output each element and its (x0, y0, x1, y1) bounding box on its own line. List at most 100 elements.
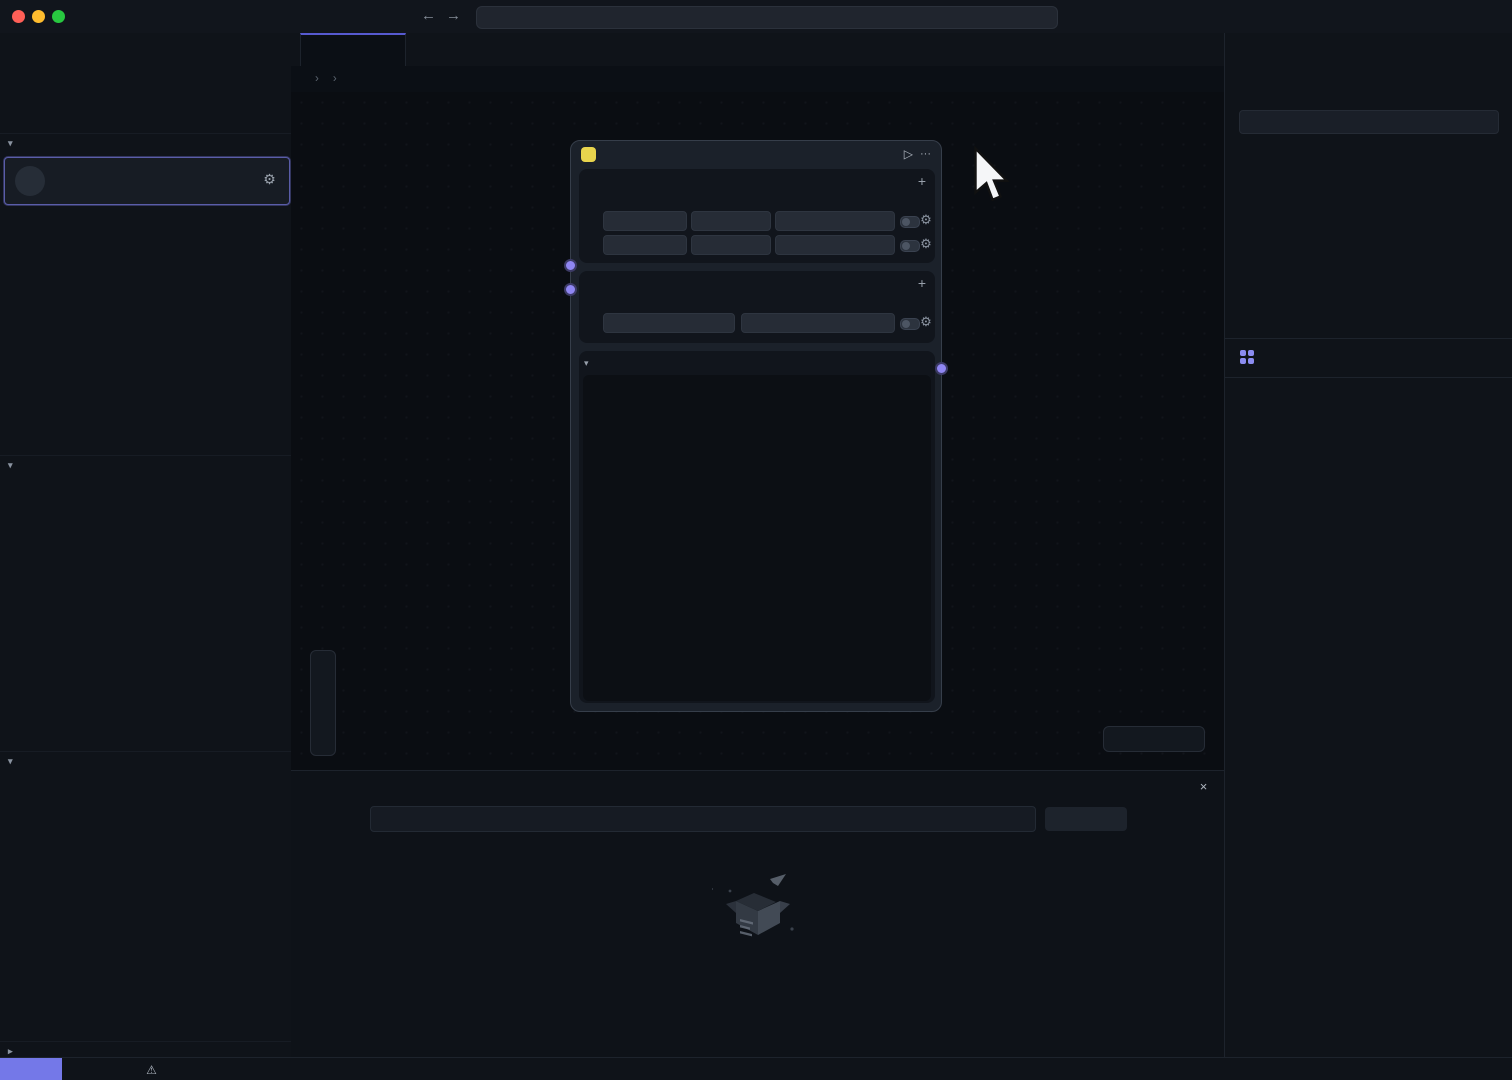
input-port-a[interactable] (564, 259, 577, 272)
node-more-icon[interactable]: ··· (920, 148, 931, 160)
flow-icon (310, 44, 323, 57)
flow-canvas[interactable]: ▷ ··· + (291, 92, 1224, 770)
toolpack-search-field[interactable] (1239, 110, 1499, 134)
installed-blocks-header (1239, 349, 1264, 365)
empty-state-text (291, 968, 1224, 981)
flow-icon (61, 182, 72, 193)
close-window-button[interactable] (12, 10, 25, 23)
remote-icon (23, 1064, 35, 1076)
chevron-down-icon (878, 318, 888, 328)
command-center[interactable] (476, 6, 1058, 29)
flow-settings-gear-icon[interactable]: ⚙ (262, 172, 277, 187)
new-toolpack-icon[interactable] (1482, 82, 1497, 97)
clear-logs-icon[interactable] (1141, 812, 1156, 827)
empty-state (291, 871, 1224, 981)
add-output-handle-button[interactable]: + (918, 275, 926, 291)
breadcrumb: › › (291, 66, 1224, 92)
section-project[interactable]: ▾ (0, 751, 291, 771)
mouse-cursor (970, 146, 1012, 208)
input-type-select-b[interactable] (691, 235, 771, 255)
canvas-view-controls (1103, 726, 1205, 752)
output-type-select[interactable] (741, 313, 895, 333)
tab-flow-1[interactable] (300, 33, 406, 66)
code-editor[interactable] (583, 375, 931, 701)
broadcast-icon (176, 1063, 189, 1076)
blocks-grid-icon (1239, 349, 1255, 365)
section-flows[interactable]: ▾ (0, 133, 291, 153)
attach-icon[interactable] (877, 357, 890, 370)
chevron-down-icon (754, 216, 764, 226)
output-nullable-toggle[interactable] (900, 318, 920, 330)
input-value-field-b[interactable] (775, 235, 895, 255)
add-input-handle-button[interactable]: + (918, 173, 926, 189)
input-key-field-b[interactable] (603, 235, 687, 255)
output-key-field[interactable] (603, 313, 735, 333)
minimize-window-button[interactable] (32, 10, 45, 23)
assistant-chevron-icon[interactable] (1088, 12, 1097, 21)
export-logs-icon[interactable] (1170, 812, 1185, 827)
problems-indicator[interactable]: ⚠ (124, 1063, 162, 1076)
collapse-panel-icon[interactable] (1170, 780, 1183, 793)
flow-item-subtitle (61, 182, 76, 193)
scriptlet-panel: ▾ (579, 351, 935, 703)
flow-icon (751, 968, 764, 981)
chevron-down-icon: ▾ (8, 138, 18, 149)
sidebar: ▾ ⚙ ▾ ▾ ▸ (0, 33, 292, 1057)
input-handles-panel: + ⚙ (579, 169, 935, 263)
chevron-down-icon (1111, 815, 1120, 824)
input-port-b[interactable] (564, 283, 577, 296)
titlebar: ← → (0, 0, 1512, 34)
assistant-cat-icon[interactable] (1452, 1062, 1467, 1077)
input-handles-icon (588, 175, 601, 188)
toolpack-panel (1224, 33, 1512, 1057)
input-type-select-a[interactable] (691, 211, 771, 231)
nullable-toggle-a[interactable] (900, 216, 920, 228)
divider (1225, 377, 1512, 378)
flow-log-scope[interactable] (310, 813, 328, 826)
divider (1225, 338, 1512, 339)
node-javascript-2[interactable]: ▷ ··· + (570, 140, 942, 712)
close-panel-icon[interactable]: × (1197, 780, 1210, 793)
flow-list-item[interactable]: ⚙ (4, 157, 290, 205)
input-key-field-a[interactable] (603, 211, 687, 231)
assistant-cat-icon[interactable] (1066, 7, 1085, 26)
chevron-down-icon: ▾ (8, 460, 18, 471)
chevron-down-icon: ▾ (8, 756, 18, 767)
search-icon (758, 12, 770, 24)
handle-settings-gear-icon[interactable]: ⚙ (919, 237, 933, 251)
search-icon (1014, 813, 1027, 826)
filter-logs-input[interactable] (371, 812, 1014, 826)
events-icon (1052, 813, 1064, 825)
notifications-bell-icon[interactable] (1483, 1062, 1498, 1077)
back-button[interactable]: ← (421, 7, 436, 24)
run-node-icon[interactable]: ▷ (904, 147, 913, 161)
ports-indicator[interactable] (176, 1063, 193, 1076)
handle-settings-gear-icon[interactable]: ⚙ (919, 315, 933, 329)
toolpack-search-input[interactable] (1266, 114, 1490, 130)
nullable-toggle-b[interactable] (900, 240, 920, 252)
input-value-field-a[interactable] (775, 211, 895, 231)
output-handles-icon (588, 277, 601, 290)
git-branch-indicator[interactable] (76, 1063, 110, 1076)
ovm-remote-indicator[interactable] (0, 1058, 62, 1080)
flow-avatar (15, 166, 45, 196)
log-list-icon[interactable] (342, 812, 357, 827)
handle-settings-gear-icon[interactable]: ⚙ (919, 213, 933, 227)
filter-logs-field[interactable] (370, 806, 1036, 832)
toolpack-header (1241, 77, 1497, 101)
bottom-panel: × (291, 770, 1224, 1058)
flow-icon (310, 813, 323, 826)
output-port[interactable] (935, 362, 948, 375)
explorer-header (0, 77, 291, 103)
maximize-window-button[interactable] (52, 10, 65, 23)
editor-layout-icon[interactable] (897, 357, 910, 370)
section-shared-blocks[interactable]: ▾ (0, 455, 291, 475)
node-header[interactable]: ▷ ··· (571, 141, 941, 167)
events-filter-select[interactable] (1045, 807, 1127, 831)
forward-button[interactable]: → (446, 7, 461, 24)
chevron-right-icon: ▸ (8, 1046, 18, 1057)
publish-icon (97, 1063, 110, 1076)
canvas-zoom-toolbar (310, 650, 336, 756)
open-external-icon[interactable] (917, 357, 930, 370)
output-handles-panel: + ⚙ (579, 271, 935, 343)
